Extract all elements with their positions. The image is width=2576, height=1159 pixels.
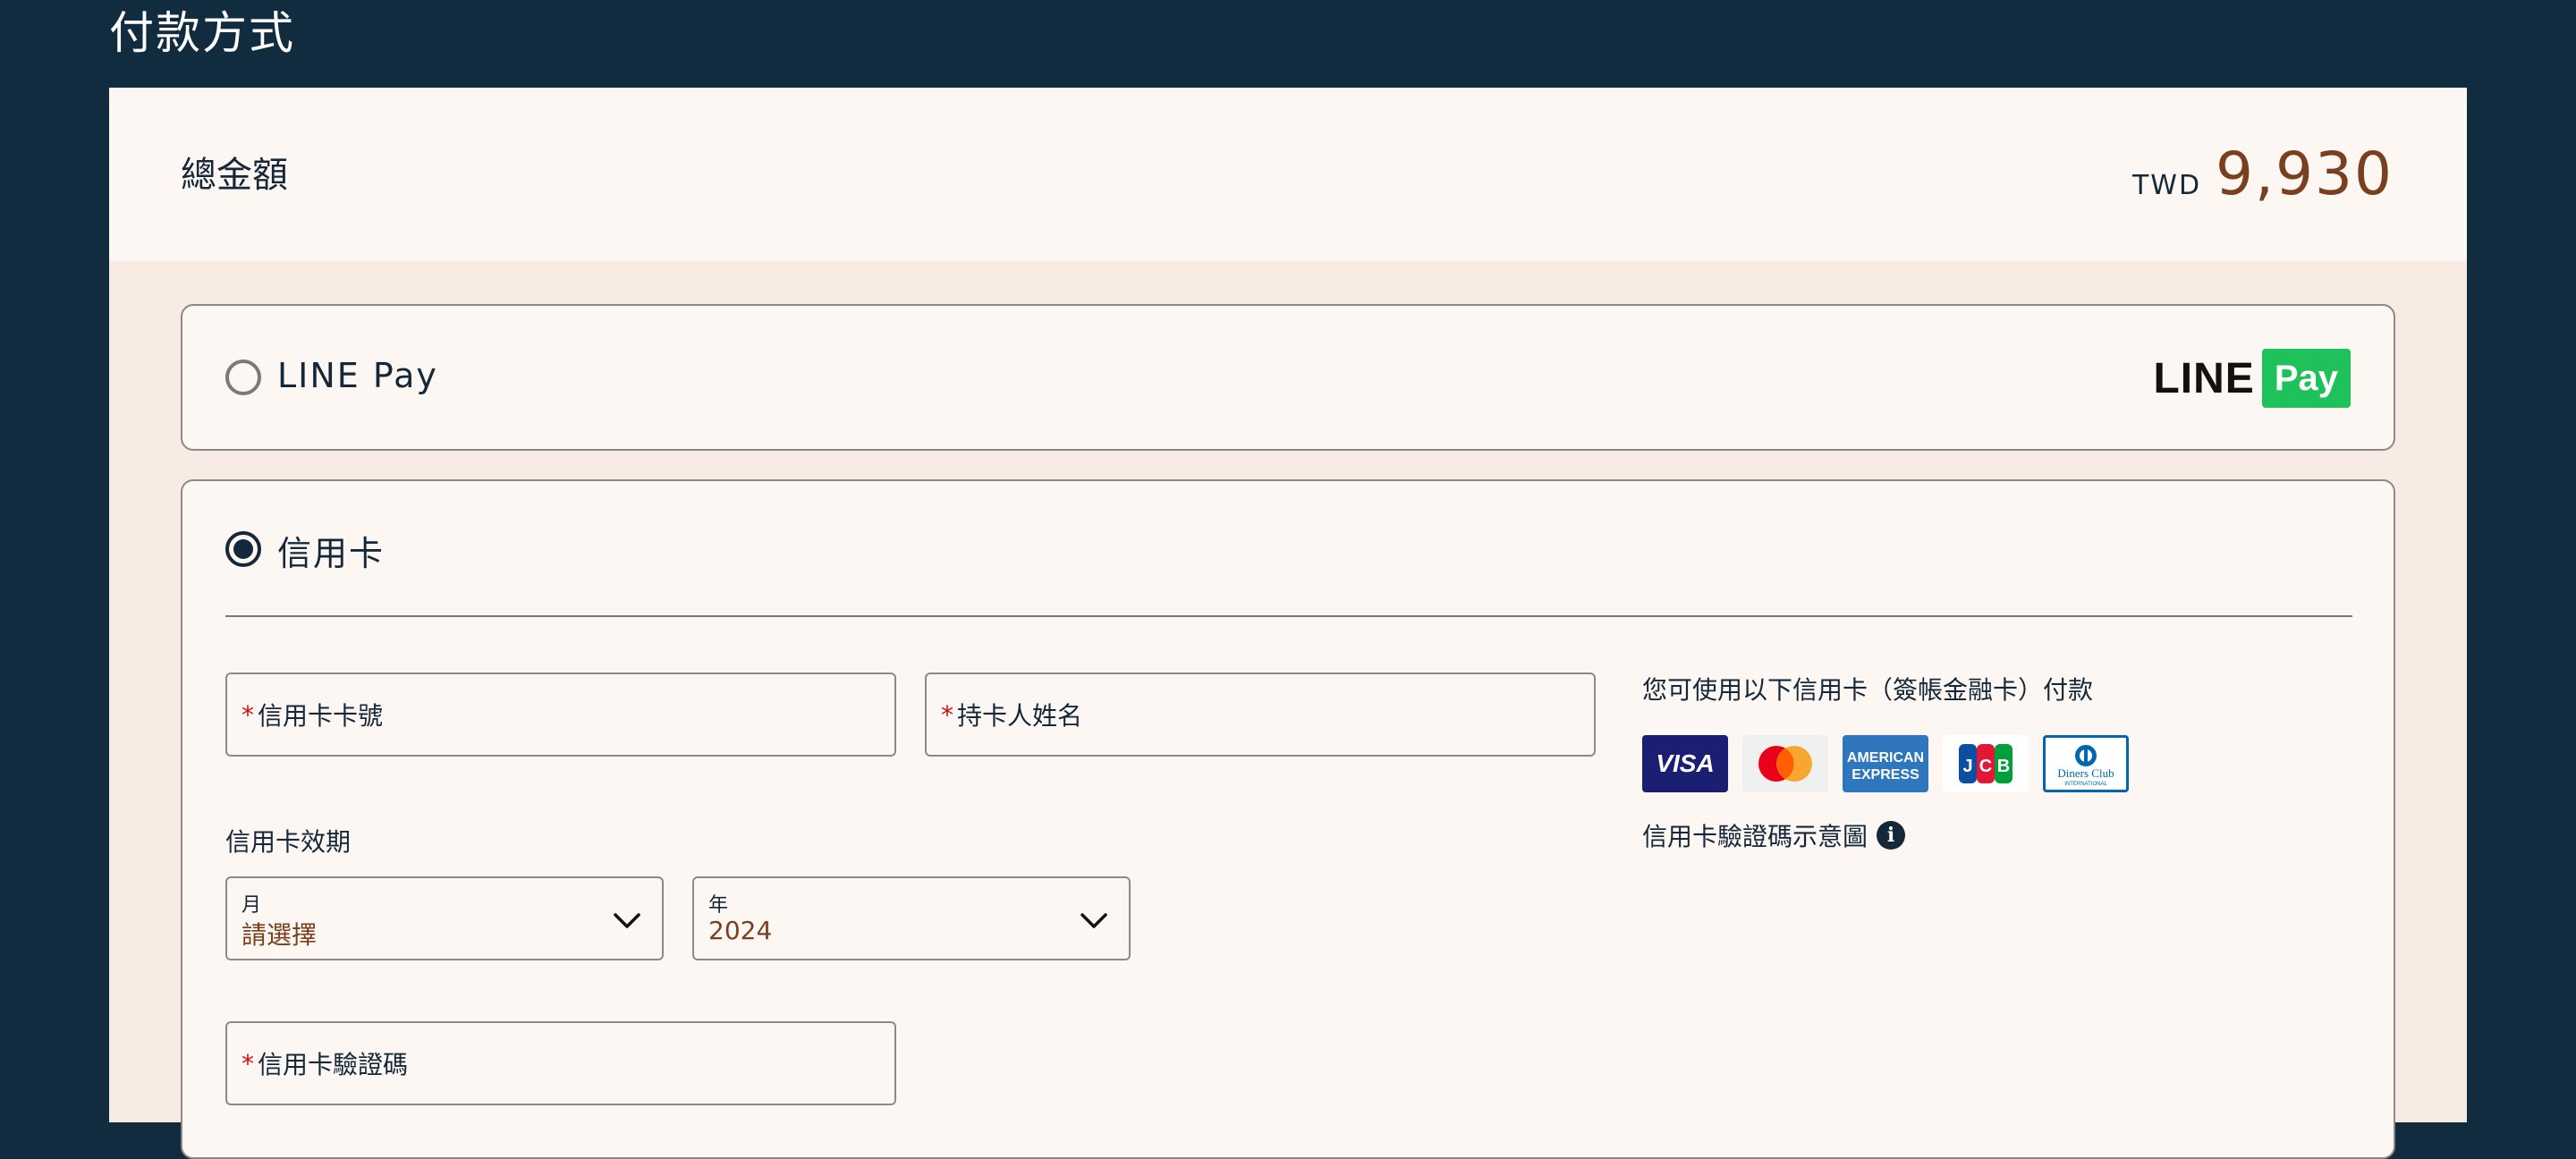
- card-logos: VISA AMERICAN EXPRESS J C B Diners Club …: [1642, 735, 2129, 792]
- line-pay-logo: LINE Pay: [2153, 349, 2351, 408]
- accepted-cards-text: 您可使用以下信用卡（簽帳金融卡）付款: [1642, 675, 2094, 705]
- payment-option-credit-card[interactable]: 信用卡 * 信用卡卡號 * 持卡人姓名 信用卡效期 月 請選擇 年 2024 *…: [181, 479, 2395, 1159]
- line-pay-logo-line-text: LINE: [2153, 354, 2255, 402]
- svg-text:VISA: VISA: [1656, 749, 1714, 777]
- svg-text:INTERNATIONAL: INTERNATIONAL: [2064, 782, 2107, 787]
- cardholder-name-field[interactable]: * 持卡人姓名: [925, 673, 1596, 757]
- expiry-label: 信用卡效期: [225, 827, 352, 857]
- total-value: 9,930: [2216, 140, 2394, 208]
- cvv-field[interactable]: * 信用卡驗證碼: [225, 1021, 896, 1105]
- svg-text:B: B: [1997, 757, 2010, 776]
- visa-logo-icon: VISA: [1642, 735, 1728, 792]
- cvv-hint-text: 信用卡驗證碼示意圖: [1642, 822, 1868, 851]
- line-pay-logo-pay-text: Pay: [2261, 349, 2351, 408]
- jcb-logo-icon: J C B: [1943, 735, 2029, 792]
- expiry-month-value: 請選擇: [242, 920, 318, 950]
- payment-panel: 總金額 TWD 9,930 LINE Pay LINE Pay 信用卡 * 信用…: [109, 88, 2467, 1159]
- total-summary-bar: 總金額 TWD 9,930: [109, 88, 2467, 261]
- svg-text:EXPRESS: EXPRESS: [1852, 767, 1919, 783]
- cardholder-name-label: 持卡人姓名: [957, 701, 1083, 731]
- diners-club-logo-icon: Diners Club INTERNATIONAL: [2043, 735, 2129, 792]
- cvv-hint-link[interactable]: 信用卡驗證碼示意圖 i: [1642, 817, 1906, 853]
- required-mark: *: [242, 1048, 254, 1079]
- card-number-label: 信用卡卡號: [258, 701, 384, 731]
- mastercard-logo-icon: [1742, 735, 1828, 792]
- cvv-label: 信用卡驗證碼: [258, 1050, 409, 1079]
- info-icon[interactable]: i: [1877, 821, 1906, 850]
- expiry-month-select[interactable]: 月 請選擇: [225, 876, 664, 960]
- total-label: 總金額: [181, 155, 288, 196]
- payment-option-line-pay[interactable]: LINE Pay LINE Pay: [181, 304, 2395, 451]
- line-pay-radio[interactable]: [225, 360, 261, 395]
- section-divider: [225, 615, 2352, 617]
- expiry-month-label: 月: [242, 894, 262, 917]
- svg-text:C: C: [1979, 757, 1992, 776]
- expiry-year-value: 2024: [708, 916, 773, 945]
- card-number-field[interactable]: * 信用卡卡號: [225, 673, 896, 757]
- expiry-year-label: 年: [708, 894, 729, 917]
- amex-logo-icon: AMERICAN EXPRESS: [1843, 735, 1928, 792]
- required-mark: *: [941, 699, 953, 730]
- line-pay-label: LINE Pay: [277, 356, 438, 395]
- svg-text:AMERICAN: AMERICAN: [1847, 750, 1924, 766]
- svg-text:Diners Club: Diners Club: [2057, 766, 2114, 780]
- credit-card-radio[interactable]: [225, 531, 261, 567]
- chevron-down-icon: [614, 913, 640, 928]
- credit-card-label: 信用卡: [277, 534, 386, 573]
- required-mark: *: [242, 699, 254, 730]
- page-title: 付款方式: [109, 7, 295, 59]
- total-currency: TWD: [2131, 170, 2202, 201]
- expiry-year-select[interactable]: 年 2024: [692, 876, 1131, 960]
- total-amount: TWD 9,930: [2132, 140, 2394, 208]
- svg-text:J: J: [1962, 757, 1972, 776]
- chevron-down-icon: [1080, 913, 1107, 928]
